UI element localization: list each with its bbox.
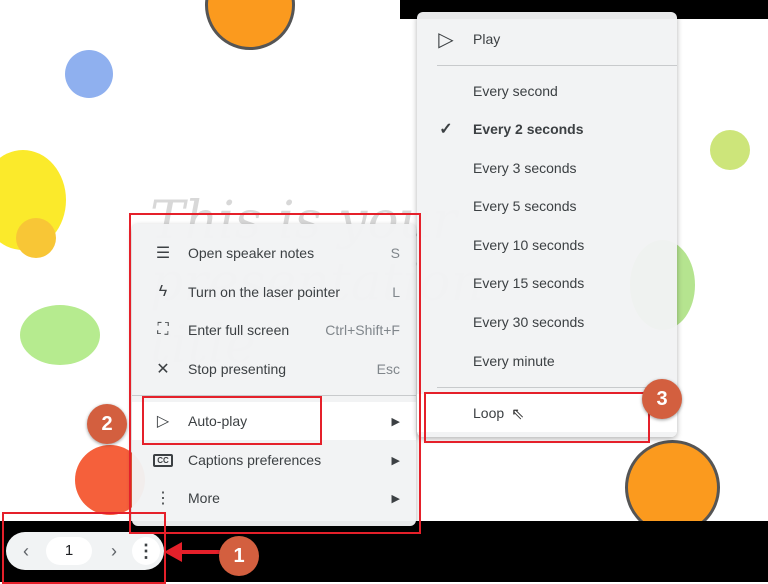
menu-item-interval[interactable]: Every 30 seconds [417,303,677,341]
highlight-box-nav [2,512,166,584]
decor-leaf-right [710,130,750,170]
menu-item-play[interactable]: ▷ Play [417,20,677,58]
highlight-box-menu [129,213,421,534]
step-badge-1: 1 [219,536,259,576]
step-badge-2: 2 [87,404,127,444]
menu-item-interval[interactable]: Every 15 seconds [417,264,677,302]
menu-item-interval[interactable]: Every 5 seconds [417,187,677,225]
decor-blueberries [65,50,113,98]
check-icon: ✓ [439,121,453,138]
highlight-box-autoplay [142,396,322,445]
menu-item-interval[interactable]: Every minute [417,342,677,380]
menu-divider [437,65,677,66]
highlight-box-loop [424,392,650,443]
decor-orange [205,0,295,50]
decor-orange-right [625,440,720,521]
decor-lemon-small [16,218,56,258]
menu-item-interval-selected[interactable]: ✓ Every 2 seconds [417,110,677,148]
menu-item-interval[interactable]: Every 3 seconds [417,149,677,187]
menu-item-interval[interactable]: Every second [417,72,677,110]
auto-play-submenu: ▷ Play Every second ✓ Every 2 seconds Ev… [417,12,677,437]
menu-divider [437,387,677,388]
menu-item-interval[interactable]: Every 10 seconds [417,226,677,264]
decor-leaf [20,305,100,365]
step-badge-3: 3 [642,379,682,419]
play-icon: ▷ [438,28,454,51]
